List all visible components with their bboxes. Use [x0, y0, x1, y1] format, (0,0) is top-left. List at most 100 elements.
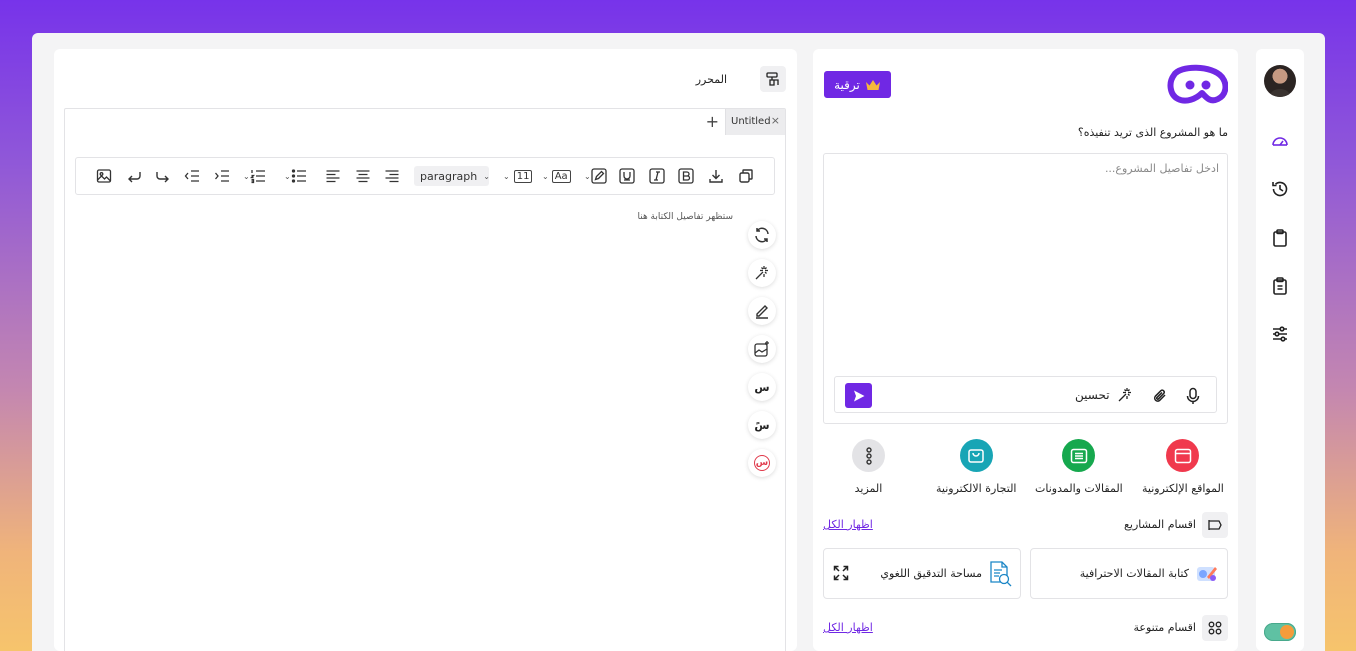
category-label: التجارة الالكترونية — [936, 482, 1017, 495]
attach-button[interactable] — [1150, 386, 1170, 406]
paragraph-style-value: paragraph — [420, 169, 478, 183]
font-family-select[interactable]: ⌄ Aa — [542, 167, 571, 185]
outdent-button[interactable] — [184, 167, 200, 185]
history-button[interactable] — [1268, 177, 1292, 201]
font-size-select[interactable]: ⌄ 11 — [503, 167, 533, 185]
improve-button[interactable]: تحسين — [1075, 386, 1134, 404]
bold-button[interactable] — [678, 167, 694, 185]
avatar[interactable] — [1264, 65, 1296, 97]
clipboard-button[interactable] — [1268, 226, 1292, 250]
theme-toggle[interactable] — [1264, 623, 1296, 641]
send-icon — [853, 390, 864, 401]
section-title: اقسام المشاريع — [1124, 518, 1196, 531]
align-left-button[interactable] — [325, 167, 341, 185]
arabic-tool-2-button[interactable]: سً — [748, 411, 776, 439]
tab-close-icon[interactable]: × — [771, 114, 780, 127]
edit-button[interactable] — [748, 297, 776, 325]
download-button[interactable] — [708, 167, 724, 185]
card-proofreading[interactable]: مساحة التدقيق اللغوي — [823, 548, 1021, 599]
more-dots-icon — [852, 439, 885, 472]
undo-icon — [128, 172, 141, 183]
ai-image-button[interactable] — [748, 335, 776, 363]
category-ecommerce[interactable]: التجارة الالكترونية — [936, 439, 1017, 495]
improve-label: تحسين — [1075, 388, 1110, 402]
prompt-action-bar: تحسين — [834, 376, 1217, 413]
microphone-button[interactable] — [1183, 386, 1203, 406]
arabic-glyph: سً — [754, 418, 770, 432]
writing-illustration-icon — [1197, 567, 1217, 581]
arabic-tool-1-button[interactable]: س — [748, 373, 776, 401]
brand-logo — [1167, 64, 1228, 104]
editor-icon — [760, 66, 786, 92]
megaphone-icon — [1202, 512, 1228, 538]
editor-panel: المحرر Untitled × + ⌄ ⌄ paragraph ⌄ ⌄ 11… — [54, 49, 797, 651]
arabic-glyph: س — [754, 455, 770, 471]
align-center-button[interactable] — [355, 167, 371, 185]
proofreading-document-icon — [990, 561, 1012, 587]
upgrade-button[interactable]: ترقية — [824, 71, 891, 98]
gauge-icon — [1272, 137, 1288, 146]
clipboard-list-icon — [1273, 277, 1287, 295]
regenerate-button[interactable] — [748, 221, 776, 249]
font-size-value: 11 — [513, 169, 533, 183]
numbered-list-icon — [249, 170, 265, 184]
refresh-icon — [755, 227, 769, 243]
italic-icon — [649, 168, 665, 184]
align-left-icon — [326, 170, 340, 183]
arabic-tool-3-button[interactable]: س — [748, 449, 776, 477]
projects-section-header: اقسام المشاريع اظهار الكل — [823, 512, 1228, 538]
magic-wand-icon — [1118, 388, 1131, 402]
image-sparkle-icon — [754, 341, 769, 357]
project-details-input[interactable] — [832, 162, 1219, 362]
editor-placeholder: ستظهر تفاصيل الكتابة هنا — [637, 212, 733, 222]
magic-wand-icon — [755, 266, 768, 280]
category-websites[interactable]: المواقع الإلكترونية — [1142, 439, 1224, 495]
send-button[interactable] — [845, 383, 872, 408]
align-center-icon — [356, 170, 370, 183]
project-question: ما هو المشروع الذى تريد تنفيذه؟ — [1077, 126, 1228, 139]
document-area: Untitled × + ⌄ ⌄ paragraph ⌄ ⌄ 11 ⌄ Aa ⌄… — [64, 108, 786, 651]
paragraph-style-select[interactable]: paragraph ⌄ — [414, 166, 490, 186]
copy-button[interactable] — [738, 167, 754, 185]
category-label: المواقع الإلكترونية — [1142, 482, 1224, 495]
download-icon — [709, 170, 723, 183]
website-icon — [1166, 439, 1200, 472]
font-family-value: Aa — [551, 169, 571, 183]
expand-icon[interactable] — [833, 565, 849, 585]
settings-sliders-button[interactable] — [1268, 322, 1292, 346]
outdent-icon — [184, 170, 199, 182]
editor-toolbar: ⌄ ⌄ paragraph ⌄ ⌄ 11 ⌄ Aa ⌄ — [75, 157, 775, 195]
bullet-list-icon — [291, 169, 306, 183]
add-tab-button[interactable]: + — [706, 112, 719, 131]
article-icon — [1062, 439, 1096, 472]
category-row: المواقع الإلكترونية المقالات والمدونات ا… — [813, 439, 1238, 499]
dashboard-gauge-button[interactable] — [1268, 129, 1292, 153]
chevron-down-icon: ⌄ — [243, 171, 250, 181]
highlight-button[interactable]: ⌄ — [584, 167, 607, 185]
indent-button[interactable] — [214, 167, 230, 185]
category-more[interactable]: المزيد — [852, 439, 885, 495]
undo-button[interactable] — [126, 167, 142, 185]
clipboard-list-button[interactable] — [1268, 274, 1292, 298]
chevron-down-icon: ⌄ — [483, 171, 490, 181]
shopping-bag-icon — [959, 439, 993, 472]
underline-button[interactable] — [619, 167, 635, 185]
project-panel: ترقية ما هو المشروع الذى تريد تنفيذه؟ تح… — [813, 49, 1238, 651]
grid-icon — [1202, 615, 1228, 641]
category-articles[interactable]: المقالات والمدونات — [1035, 439, 1123, 495]
tab-untitled[interactable]: Untitled × — [725, 109, 785, 135]
chevron-down-icon: ⌄ — [542, 171, 549, 181]
bold-icon — [678, 168, 694, 184]
crown-icon — [865, 79, 880, 90]
magic-improve-button[interactable] — [748, 259, 776, 287]
italic-button[interactable] — [649, 167, 665, 185]
insert-image-button[interactable] — [96, 167, 112, 185]
bullet-list-button[interactable]: ⌄ — [284, 167, 307, 185]
show-all-misc-link[interactable]: اظهار الكل — [823, 621, 873, 634]
redo-button[interactable] — [155, 167, 171, 185]
align-right-button[interactable] — [384, 167, 400, 185]
card-professional-articles[interactable]: كتابة المقالات الاحترافية — [1030, 548, 1228, 599]
project-input-box: تحسين — [823, 153, 1228, 424]
numbered-list-button[interactable]: ⌄ — [243, 167, 266, 185]
show-all-projects-link[interactable]: اظهار الكل — [823, 518, 873, 531]
